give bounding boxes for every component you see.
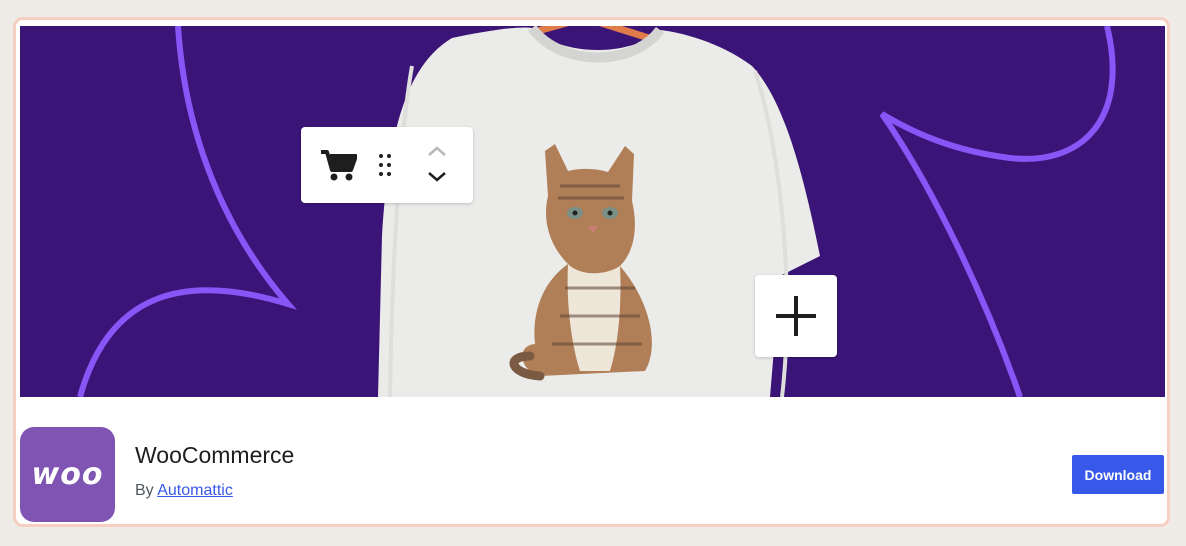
- plugin-author: By Automattic: [135, 482, 233, 500]
- author-prefix: By: [135, 482, 154, 499]
- block-toolbar: [301, 127, 473, 203]
- drag-handle-icon[interactable]: [378, 153, 392, 177]
- logo-text: woo: [31, 457, 104, 492]
- sweatshirt-image: [378, 26, 820, 397]
- plugin-logo: woo: [20, 427, 115, 522]
- author-link[interactable]: Automattic: [157, 482, 233, 499]
- plus-icon: [776, 296, 816, 336]
- move-buttons: [426, 145, 448, 190]
- add-block-button[interactable]: [755, 275, 837, 357]
- cart-icon[interactable]: [321, 149, 357, 181]
- plugin-title: WooCommerce: [135, 442, 295, 468]
- move-down-icon[interactable]: [428, 172, 446, 182]
- banner-artwork: [77, 26, 1116, 397]
- plugin-banner: [20, 26, 1165, 397]
- download-button[interactable]: Download: [1072, 455, 1164, 494]
- move-up-icon[interactable]: [428, 146, 446, 156]
